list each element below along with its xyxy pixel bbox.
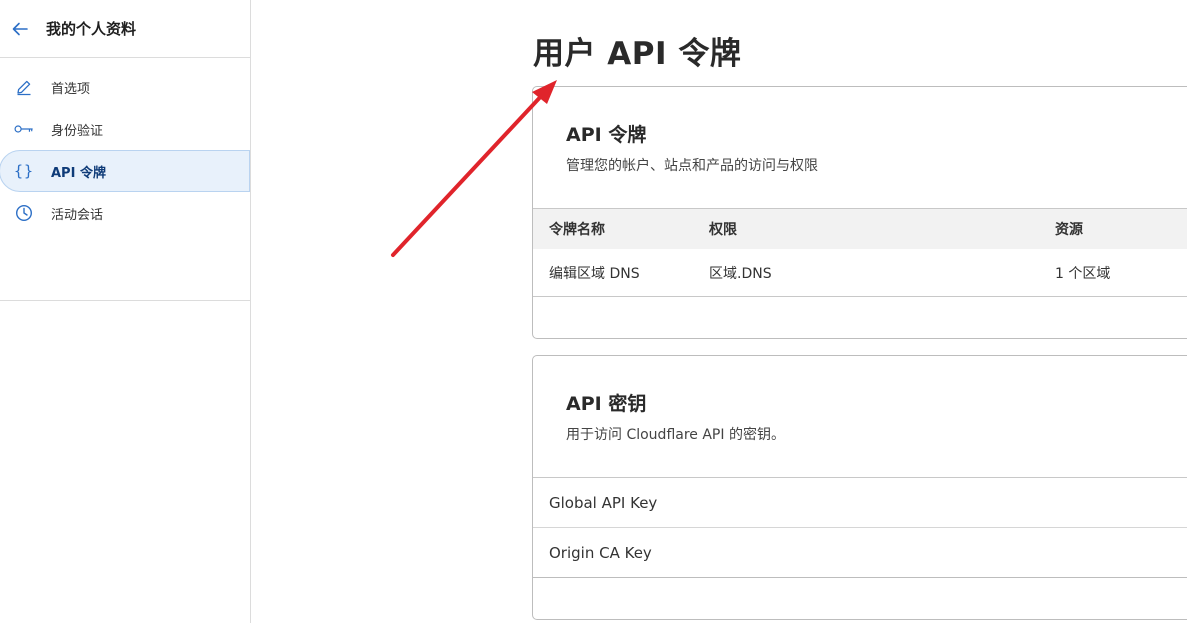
clock-icon [14,203,34,223]
api-keys-list: Global API Key Origin CA Key [533,477,1187,578]
sidebar-item-preferences[interactable]: 首选项 [0,66,250,108]
back-arrow-icon[interactable] [11,20,29,38]
key-icon [14,119,34,139]
braces-icon: {} [13,162,35,180]
api-tokens-table: 令牌名称 权限 资源 编辑区域 DNS 区域.DNS 1 个区域 [533,208,1187,297]
table-row[interactable]: 编辑区域 DNS 区域.DNS 1 个区域 [533,249,1187,297]
sidebar-item-label: API 令牌 [51,165,106,181]
api-keys-card-title: API 密钥 [566,393,647,415]
sidebar-item-label: 身份验证 [51,123,104,139]
sidebar-header: 我的个人资料 [0,0,250,58]
table-header: 令牌名称 权限 资源 [533,208,1187,249]
api-keys-card: API 密钥 用于访问 Cloudflare API 的密钥。 Global A… [532,355,1187,620]
column-header-token-name: 令牌名称 [549,222,605,238]
sidebar-item-api-tokens[interactable]: {} API 令牌 [0,150,250,192]
pencil-icon [14,77,34,97]
column-header-resources: 资源 [1055,222,1083,238]
list-item-origin-ca-key[interactable]: Origin CA Key [533,528,1187,578]
sidebar-item-label: 活动会话 [51,207,104,223]
list-item-global-api-key[interactable]: Global API Key [533,478,1187,528]
token-name-cell: 编辑区域 DNS [549,265,640,282]
token-permission-cell: 区域.DNS [709,265,772,282]
sidebar: 我的个人资料 首选项 身份验证 {} API 令牌 活动会话 [0,0,251,623]
page-title: 用户 API 令牌 [533,36,742,72]
sidebar-item-label: 首选项 [51,81,91,97]
api-keys-card-description: 用于访问 Cloudflare API 的密钥。 [566,427,785,443]
token-resource-cell: 1 个区域 [1055,265,1111,282]
api-tokens-card-description: 管理您的帐户、站点和产品的访问与权限 [566,158,818,174]
api-tokens-card: API 令牌 管理您的帐户、站点和产品的访问与权限 令牌名称 权限 资源 编辑区… [532,86,1187,339]
api-tokens-card-title: API 令牌 [566,124,647,146]
column-header-permissions: 权限 [709,222,737,238]
sidebar-nav: 首选项 身份验证 {} API 令牌 活动会话 [0,58,250,301]
sidebar-item-active-sessions[interactable]: 活动会话 [0,192,250,234]
sidebar-item-authentication[interactable]: 身份验证 [0,108,250,150]
sidebar-title: 我的个人资料 [46,20,137,38]
